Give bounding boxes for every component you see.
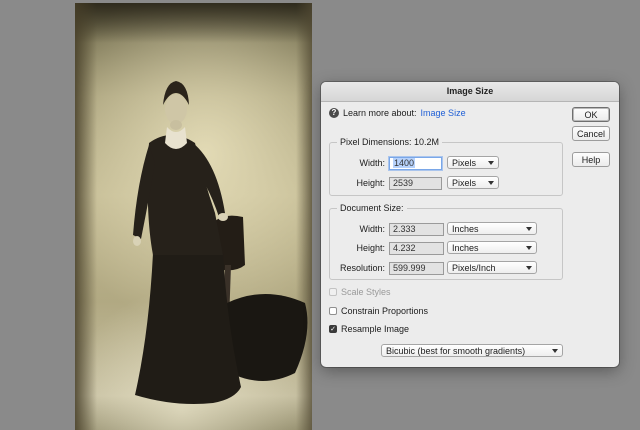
pixel-height-label: Height: <box>356 178 385 188</box>
resample-method-value: Bicubic (best for smooth gradients) <box>386 346 526 356</box>
collar <box>165 127 187 149</box>
chair-seat <box>225 294 308 382</box>
chevron-down-icon <box>488 161 494 165</box>
resolution-input[interactable]: 599.999 <box>389 262 444 275</box>
pixel-width-unit-select[interactable]: Pixels <box>447 156 499 169</box>
constrain-proportions-label: Constrain Proportions <box>341 306 429 316</box>
face <box>165 94 187 124</box>
help-circle-icon[interactable]: ? <box>329 108 339 118</box>
constrain-proportions-row: Constrain Proportions <box>329 306 428 316</box>
checkmark-icon[interactable]: ✓ <box>329 325 337 333</box>
constrain-proportions-checkbox[interactable] <box>329 307 337 315</box>
ok-button[interactable]: OK <box>572 107 610 122</box>
resample-method-select[interactable]: Bicubic (best for smooth gradients) <box>381 344 563 357</box>
chevron-down-icon <box>526 266 532 270</box>
scale-styles-label: Scale Styles <box>341 287 391 297</box>
resample-image-label: Resample Image <box>341 324 410 334</box>
pixel-dimensions-title: Pixel Dimensions: 10.2M <box>337 137 443 147</box>
neck <box>170 120 182 130</box>
learn-more-label: Learn more about: <box>343 108 417 118</box>
chevron-down-icon <box>488 181 494 185</box>
scale-styles-row: Scale Styles <box>329 287 391 297</box>
doc-width-input[interactable]: 2.333 <box>389 223 444 236</box>
chevron-down-icon <box>552 349 558 353</box>
resolution-unit-value: Pixels/Inch <box>452 263 496 273</box>
chevron-down-icon <box>526 246 532 250</box>
learn-more-row: ? Learn more about: Image Size <box>329 108 466 118</box>
doc-width-unit-select[interactable]: Inches <box>447 222 537 235</box>
resample-image-row: ✓ Resample Image <box>329 324 409 334</box>
doc-height-unit-value: Inches <box>452 243 479 253</box>
pixel-width-input[interactable]: 1400 <box>389 157 442 170</box>
learn-more-link[interactable]: Image Size <box>421 108 466 118</box>
right-hand <box>218 213 228 221</box>
cancel-button[interactable]: Cancel <box>572 126 610 141</box>
scale-styles-checkbox[interactable] <box>329 288 337 296</box>
doc-height-unit-select[interactable]: Inches <box>447 241 537 254</box>
help-button[interactable]: Help <box>572 152 610 167</box>
pixel-width-unit-value: Pixels <box>452 158 477 168</box>
document-canvas[interactable] <box>75 3 312 430</box>
resolution-unit-select[interactable]: Pixels/Inch <box>447 261 537 274</box>
dialog-title: Image Size <box>321 82 619 102</box>
pixel-height-unit-value: Pixels <box>452 178 477 188</box>
doc-width-label: Width: <box>359 224 385 234</box>
image-size-dialog: Image Size ? Learn more about: Image Siz… <box>321 82 619 367</box>
portrait-figure <box>133 81 308 404</box>
resolution-label: Resolution: <box>339 263 385 273</box>
pixel-height-unit-select[interactable]: Pixels <box>447 176 499 189</box>
document-size-title: Document Size: <box>337 203 407 213</box>
chevron-down-icon <box>526 227 532 231</box>
left-hand <box>133 236 141 246</box>
doc-height-input[interactable]: 4.232 <box>389 242 444 255</box>
doc-height-label: Height: <box>356 243 385 253</box>
pixel-width-label: Width: <box>359 158 385 168</box>
doc-width-unit-value: Inches <box>452 224 479 234</box>
pixel-height-input[interactable]: 2539 <box>389 177 442 190</box>
pixel-width-value: 1400 <box>393 158 416 168</box>
